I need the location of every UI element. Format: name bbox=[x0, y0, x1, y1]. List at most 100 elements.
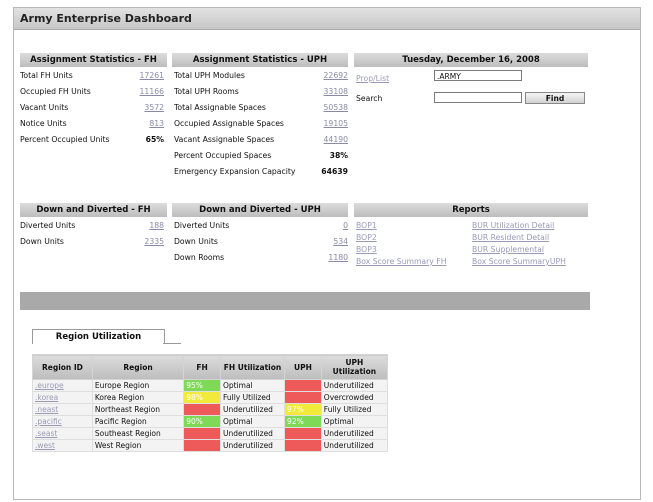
uph-stat-label: Emergency Expansion Capacity bbox=[174, 167, 296, 176]
uph-stat-row: Emergency Expansion Capacity 64639 bbox=[174, 165, 348, 178]
fh-stat-value-link[interactable]: 813 bbox=[149, 117, 164, 130]
col-fh-utilization: FH Utilization bbox=[219, 354, 286, 380]
dd-uph-value-link[interactable]: 0 bbox=[343, 219, 348, 232]
dd-uph-row: Diverted Units 0 bbox=[174, 219, 348, 232]
uph-utilization: Underutilized bbox=[320, 439, 389, 452]
tab-underline bbox=[163, 343, 181, 344]
fh-stat-row: Total FH Units 17261 bbox=[20, 69, 164, 82]
dd-uph-value-link[interactable]: 1180 bbox=[328, 251, 348, 264]
report-link-bop2[interactable]: BOP2 bbox=[356, 233, 377, 242]
report-row: Box Score SummaryUPH bbox=[472, 255, 566, 268]
dd-fh-value-link[interactable]: 188 bbox=[149, 219, 164, 232]
uph-stat-value-link[interactable]: 19105 bbox=[324, 117, 348, 130]
uph-percent bbox=[284, 439, 322, 452]
dd-fh-label: Diverted Units bbox=[20, 221, 76, 230]
region-table-header: Region ID Region FH FH Utilization UPH U… bbox=[32, 354, 389, 380]
fh-stat-label: Notice Units bbox=[20, 119, 67, 128]
fh-utilization: Underutilized bbox=[219, 403, 286, 416]
fh-percent bbox=[183, 439, 221, 452]
fh-utilization: Underutilized bbox=[219, 439, 286, 452]
fh-stat-row: Vacant Units 3572 bbox=[20, 101, 164, 114]
fh-stat-value-link[interactable]: 17261 bbox=[140, 69, 164, 82]
dd-uph-header: Down and Diverted - UPH bbox=[172, 203, 348, 217]
uph-utilization: Overcrowded bbox=[320, 391, 389, 404]
uph-stat-label: Total Assignable Spaces bbox=[174, 103, 266, 112]
fh-stat-label: Percent Occupied Units bbox=[20, 135, 110, 144]
uph-utilization: Underutilized bbox=[320, 379, 389, 392]
report-link-bur-resident[interactable]: BUR Resident Detail bbox=[472, 233, 549, 242]
tab-region-utilization[interactable]: Region Utilization bbox=[32, 329, 165, 344]
region-id-link[interactable]: .pacific bbox=[32, 415, 93, 428]
region-name: Southeast Region bbox=[91, 427, 185, 440]
dd-uph-label: Diverted Units bbox=[174, 221, 230, 230]
reports-header: Reports bbox=[354, 203, 588, 217]
report-link-bur-supplemental[interactable]: BUR Supplemental bbox=[472, 245, 544, 254]
uph-stat-label: Vacant Assignable Spaces bbox=[174, 135, 275, 144]
report-link-box-score-fh[interactable]: Box Score Summary FH bbox=[356, 257, 447, 266]
col-uph: UPH bbox=[284, 354, 322, 380]
region-name: Pacific Region bbox=[91, 415, 185, 428]
prop-list-link[interactable]: Prop/List bbox=[356, 72, 389, 85]
uph-stat-value-link[interactable]: 44190 bbox=[324, 133, 348, 146]
uph-stat-row: Occupied Assignable Spaces 19105 bbox=[174, 117, 348, 130]
date-header: Tuesday, December 16, 2008 bbox=[354, 53, 588, 67]
uph-stat-row: Total UPH Modules 22692 bbox=[174, 69, 348, 82]
fh-utilization: Optimal bbox=[219, 379, 286, 392]
uph-stat-value-link[interactable]: 50538 bbox=[324, 101, 348, 114]
table-row: .west West Region Underutilized Underutiliz… bbox=[32, 439, 389, 452]
uph-stat-value-link[interactable]: 33108 bbox=[324, 85, 348, 98]
fh-stat-value-link[interactable]: 3572 bbox=[144, 101, 164, 114]
report-link-bop3[interactable]: BOP3 bbox=[356, 245, 377, 254]
uph-stat-label: Total UPH Rooms bbox=[174, 87, 239, 96]
dd-fh-row: Diverted Units 188 bbox=[20, 219, 164, 232]
report-link-bop1[interactable]: BOP1 bbox=[356, 221, 377, 230]
dd-fh-value-link[interactable]: 2335 bbox=[144, 235, 164, 248]
prop-list-input[interactable]: .ARMY bbox=[434, 70, 522, 81]
col-uph-utilization: UPH Utilization bbox=[320, 354, 389, 380]
uph-stat-row: Total Assignable Spaces 50538 bbox=[174, 101, 348, 114]
uph-stat-value-link[interactable]: 22692 bbox=[324, 69, 348, 82]
search-label: Search bbox=[356, 94, 383, 103]
uph-stat-value: 38% bbox=[329, 151, 348, 160]
fh-percent: 98% bbox=[183, 391, 221, 404]
region-name: West Region bbox=[91, 439, 185, 452]
dashboard-frame: Army Enterprise Dashboard Assignment Sta… bbox=[13, 7, 641, 500]
table-row: .europe Europe Region 95% Optimal Underutili… bbox=[32, 379, 389, 392]
uph-percent bbox=[284, 427, 322, 440]
fh-utilization: Fully Utilized bbox=[219, 391, 286, 404]
search-input[interactable] bbox=[434, 92, 522, 103]
col-fh: FH bbox=[183, 354, 221, 380]
uph-percent bbox=[284, 379, 322, 392]
fh-stat-label: Vacant Units bbox=[20, 103, 69, 112]
col-region: Region bbox=[91, 354, 185, 380]
dd-uph-value-link[interactable]: 534 bbox=[333, 235, 348, 248]
fh-stat-value-link[interactable]: 11166 bbox=[140, 85, 164, 98]
dd-fh-header: Down and Diverted - FH bbox=[20, 203, 167, 217]
report-link-box-score-uph[interactable]: Box Score SummaryUPH bbox=[472, 257, 566, 266]
uph-stat-label: Occupied Assignable Spaces bbox=[174, 119, 284, 128]
table-row: .seast Southeast Region Underutilized Under… bbox=[32, 427, 389, 440]
divider-band bbox=[20, 292, 590, 310]
find-button[interactable]: Find bbox=[525, 92, 585, 104]
region-id-link[interactable]: .seast bbox=[32, 427, 93, 440]
fh-stat-value: 65% bbox=[145, 135, 164, 144]
region-id-link[interactable]: .west bbox=[32, 439, 93, 452]
dd-fh-label: Down Units bbox=[20, 237, 64, 246]
region-table: Region ID Region FH FH Utilization UPH U… bbox=[32, 354, 389, 452]
report-link-bur-utilization[interactable]: BUR Utilization Detail bbox=[472, 221, 554, 230]
fh-stat-row: Occupied FH Units 11166 bbox=[20, 85, 164, 98]
fh-utilization: Underutilized bbox=[219, 427, 286, 440]
uph-stat-label: Percent Occupied Spaces bbox=[174, 151, 272, 160]
table-row: .korea Korea Region 98% Fully Utilized Overc… bbox=[32, 391, 389, 404]
fh-stat-row: Percent Occupied Units 65% bbox=[20, 133, 164, 146]
dd-uph-row: Down Units 534 bbox=[174, 235, 348, 248]
uph-stat-row: Vacant Assignable Spaces 44190 bbox=[174, 133, 348, 146]
region-id-link[interactable]: .korea bbox=[32, 391, 93, 404]
uph-utilization: Fully Utilized bbox=[320, 403, 389, 416]
fh-percent bbox=[183, 403, 221, 416]
region-id-link[interactable]: .europe bbox=[32, 379, 93, 392]
prop-list-label[interactable]: Prop/List bbox=[356, 74, 389, 83]
region-id-link[interactable]: .neast bbox=[32, 403, 93, 416]
uph-percent: 97% bbox=[284, 403, 322, 416]
region-name: Europe Region bbox=[91, 379, 185, 392]
